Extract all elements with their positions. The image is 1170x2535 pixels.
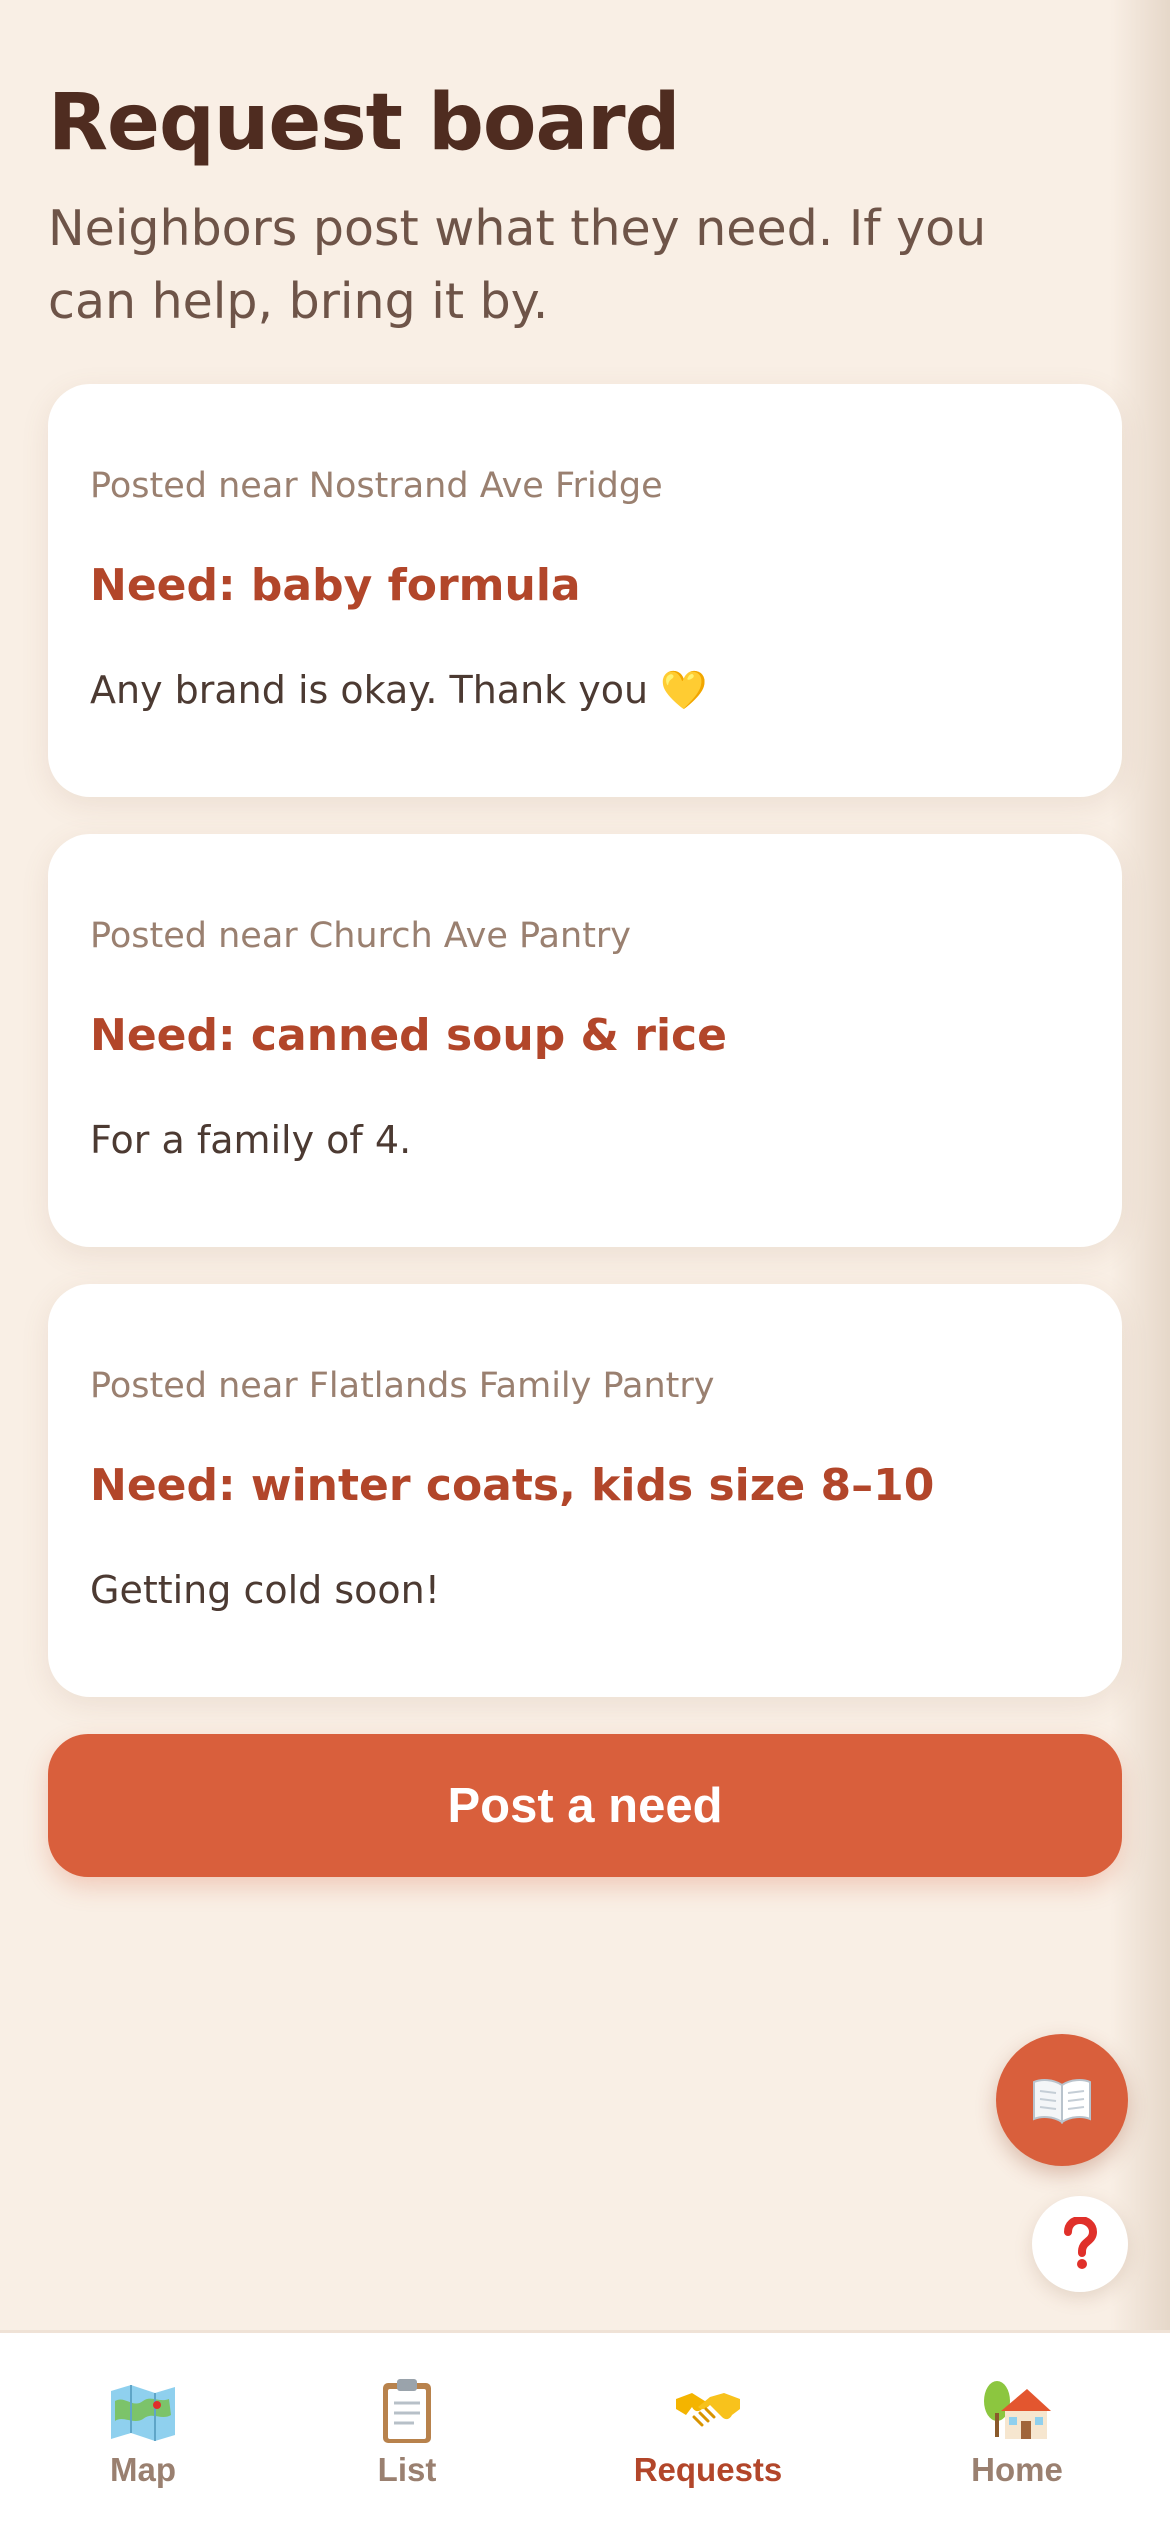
- request-need: Need: baby formula: [90, 560, 581, 611]
- help-button[interactable]: [1032, 2196, 1128, 2292]
- tab-requests[interactable]: Requests: [588, 2333, 828, 2535]
- handshake-icon: [676, 2393, 740, 2427]
- tab-home[interactable]: Home: [897, 2333, 1137, 2535]
- request-location: Posted near Flatlands Family Pantry: [90, 1366, 715, 1406]
- tab-map[interactable]: Map: [23, 2333, 263, 2535]
- request-location: Posted near Church Ave Pantry: [90, 916, 632, 956]
- question-mark-icon: [1064, 2217, 1098, 2269]
- tab-label: Home: [971, 2451, 1063, 2488]
- page-title: Request board: [48, 78, 680, 168]
- post-need-button[interactable]: Post a need: [48, 1734, 1122, 1877]
- guide-button[interactable]: [996, 2034, 1128, 2166]
- request-need: Need: winter coats, kids size 8–10: [90, 1460, 935, 1511]
- tab-list[interactable]: List: [287, 2333, 527, 2535]
- request-note: Getting cold soon!: [90, 1568, 440, 1612]
- page-subtitle: Neighbors post what they need. If you ca…: [48, 200, 987, 330]
- map-icon: [111, 2385, 175, 2441]
- request-card[interactable]: Posted near Flatlands Family Pantry Need…: [48, 1284, 1122, 1697]
- request-card[interactable]: Posted near Church Ave Pantry Need: cann…: [48, 834, 1122, 1247]
- request-card[interactable]: Posted near Nostrand Ave Fridge Need: ba…: [48, 384, 1122, 797]
- clipboard-icon: [383, 2379, 431, 2443]
- tab-label: Requests: [633, 2451, 783, 2488]
- request-location: Posted near Nostrand Ave Fridge: [90, 466, 663, 506]
- open-book-icon: [1033, 2079, 1091, 2124]
- request-note: Any brand is okay. Thank you 💛: [90, 668, 708, 712]
- house-icon: [984, 2381, 1051, 2439]
- request-note: For a family of 4.: [90, 1118, 412, 1162]
- request-need: Need: canned soup & rice: [90, 1010, 727, 1061]
- bottom-tab-bar: Map List Requests Home: [0, 2330, 1170, 2535]
- tab-label: Map: [110, 2451, 176, 2488]
- tab-label: List: [377, 2451, 437, 2488]
